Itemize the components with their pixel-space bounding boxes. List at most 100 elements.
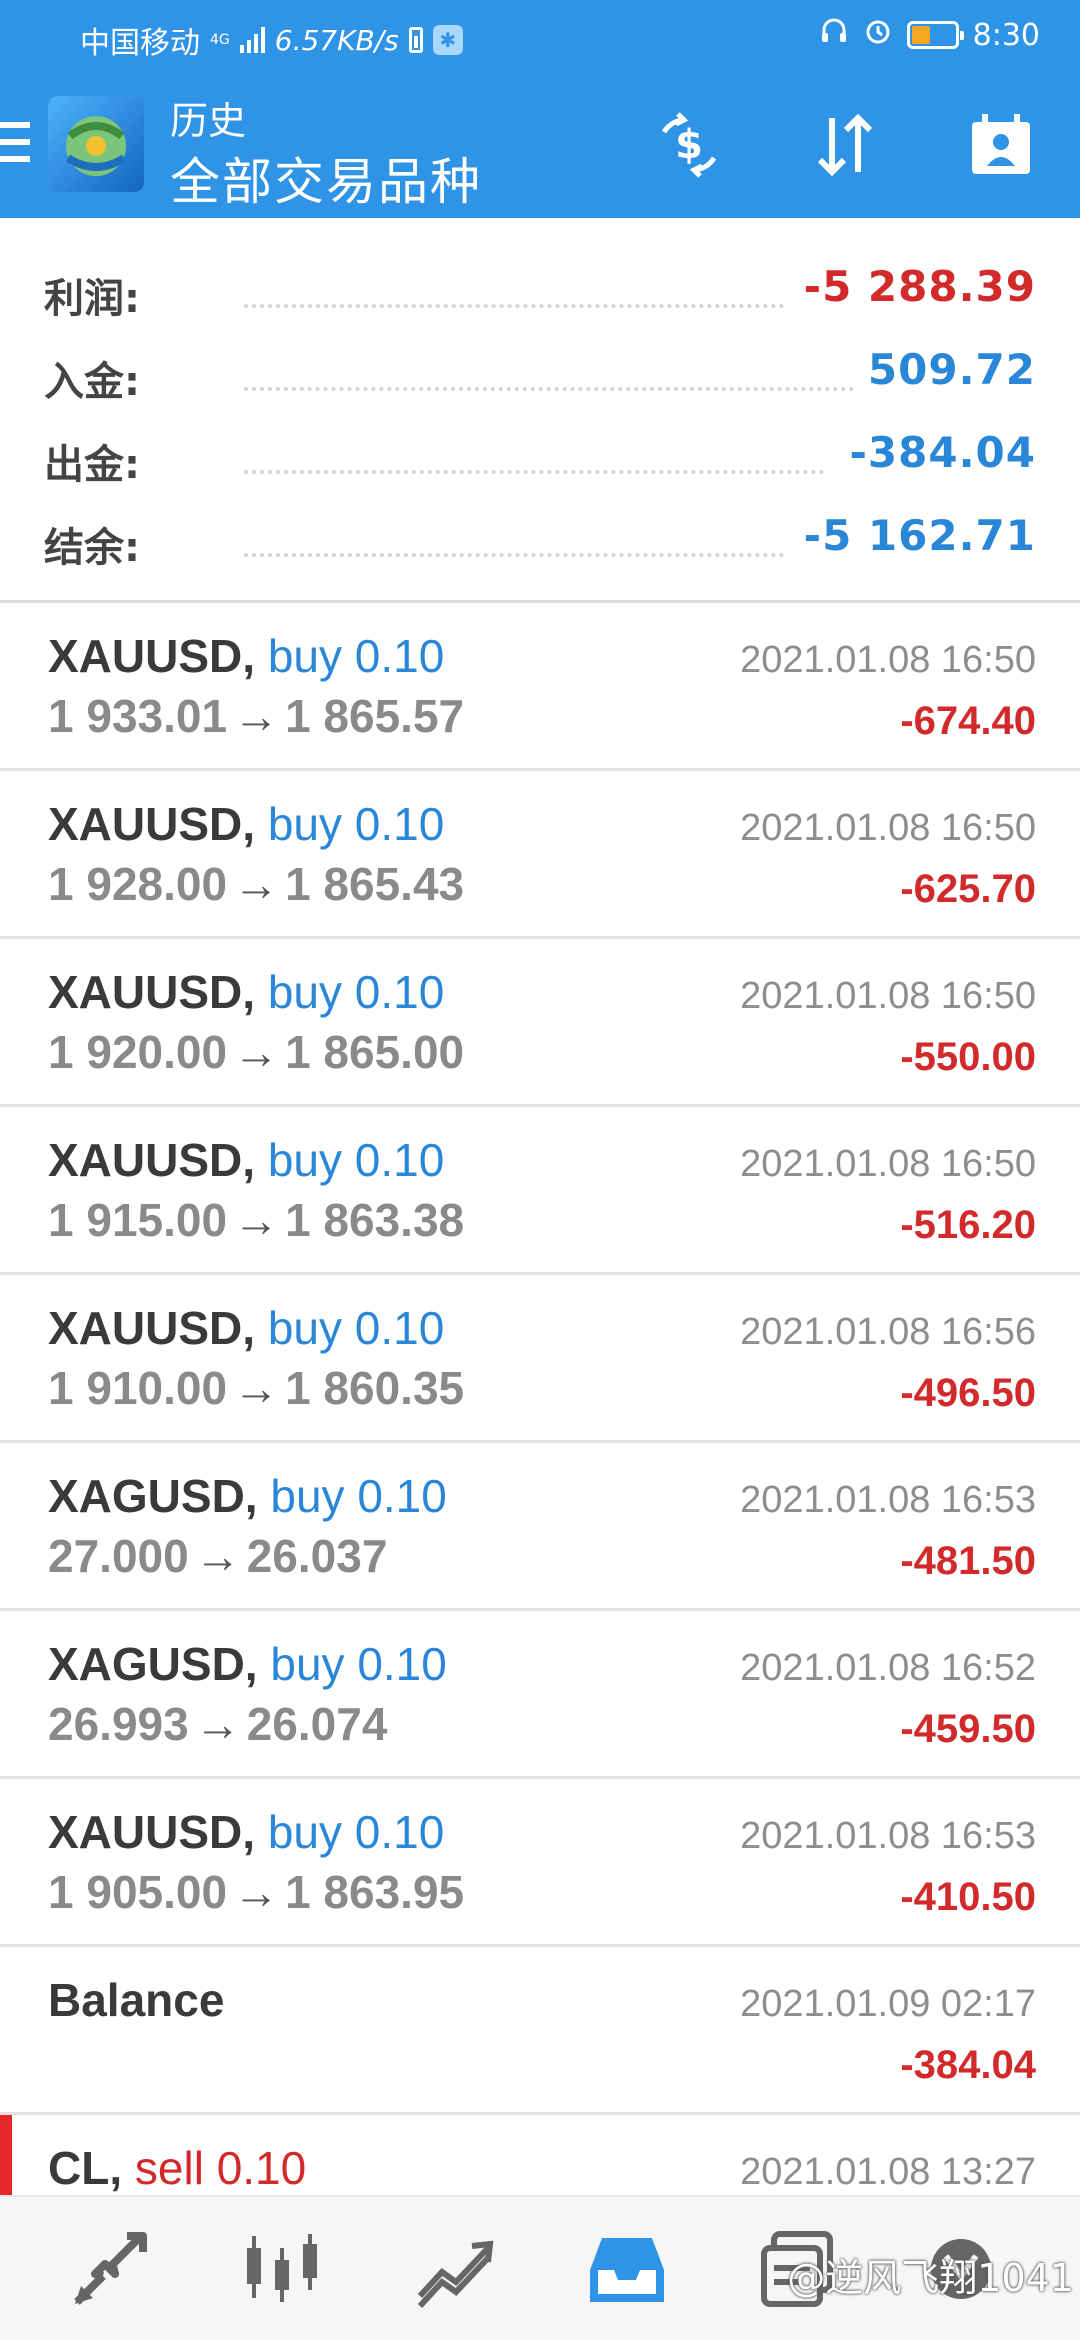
trade-side: buy 0.10	[270, 1638, 447, 1690]
trade-row[interactable]: XAUUSD, buy 0.10 1 910.00 → 1 860.35 2021.…	[0, 1275, 1080, 1443]
carrier-name: 中国移动	[80, 26, 200, 61]
trade-symbol: XAUUSD,	[48, 1302, 256, 1354]
battery-icon	[906, 21, 964, 49]
trade-row[interactable]: XAGUSD, buy 0.10 26.993 → 26.074 2021.01.0…	[0, 1611, 1080, 1779]
trade-row[interactable]: XAGUSD, buy 0.10 27.000 → 26.037 2021.01.0…	[0, 1443, 1080, 1611]
trade-time: 2021.01.08 16:56	[740, 1311, 1036, 1353]
trade-profit: -410.50	[900, 1875, 1036, 1919]
trade-time: 2021.01.08 16:50	[740, 639, 1036, 681]
trade-time: 2021.01.08 16:53	[740, 1815, 1036, 1857]
arrow-icon: →	[233, 1866, 280, 1918]
trade-time: 2021.01.08 16:50	[740, 807, 1036, 849]
currency-exchange-icon[interactable]: $	[646, 102, 732, 188]
trade-prices: 26.993 → 26.074	[48, 1697, 387, 1751]
dotted-leader	[244, 387, 854, 391]
sort-icon[interactable]	[802, 102, 888, 188]
deposit-value: 509.72	[867, 345, 1036, 394]
chart-icon[interactable]	[227, 2219, 337, 2319]
open-price: 1 915.00	[48, 1194, 228, 1246]
trade-profit: -625.70	[900, 867, 1036, 911]
open-price: 26.993	[48, 1698, 189, 1750]
trade-prices: 27.000 → 26.037	[48, 1529, 387, 1583]
trade-profit: -550.00	[900, 1035, 1036, 1079]
status-right: 8:30	[819, 16, 1040, 54]
open-price: 1 933.01	[48, 690, 228, 742]
arrow-icon: →	[233, 858, 280, 910]
trade-prices: 1 905.00 → 1 863.95	[48, 1865, 464, 1919]
trade-row[interactable]: XAUUSD, buy 0.10 1 915.00 → 1 863.38 2021.…	[0, 1107, 1080, 1275]
trade-profit: -459.50	[900, 1707, 1036, 1751]
dotted-leader	[244, 304, 784, 308]
sell-marker	[0, 2115, 12, 2207]
trade-row[interactable]: XAUUSD, buy 0.10 1 933.01 → 1 865.57 2021.…	[0, 603, 1080, 771]
dotted-leader	[244, 470, 824, 474]
trade-symbol-line: XAUUSD, buy 0.10	[48, 629, 444, 683]
arrow-icon: →	[233, 1026, 280, 1078]
arrow-icon: →	[233, 1362, 280, 1414]
summary-withdrawal-row: 出金: -384.04	[0, 422, 1080, 502]
arrow-icon: →	[233, 690, 280, 742]
trade-symbol-line: XAUUSD, buy 0.10	[48, 1133, 444, 1187]
withdrawal-label: 出金:	[44, 442, 140, 488]
page-title[interactable]: 全部交易品种	[170, 142, 482, 214]
signal-icon	[239, 27, 265, 53]
trade-prices: 1 928.00 → 1 865.43	[48, 857, 464, 911]
clock: 8:30	[972, 17, 1040, 53]
page-subtitle: 历史	[170, 99, 247, 143]
trade-symbol: XAUUSD,	[48, 798, 256, 850]
trade-symbol-line: XAUUSD, buy 0.10	[48, 797, 444, 851]
history-icon[interactable]	[572, 2219, 682, 2319]
trade-prices: 1 920.00 → 1 865.00	[48, 1025, 464, 1079]
trade-row[interactable]: XAUUSD, buy 0.10 1 905.00 → 1 863.95 2021.…	[0, 1779, 1080, 1947]
trade-side: buy 0.10	[270, 1470, 447, 1522]
trade-row[interactable]: XAUUSD, buy 0.10 1 920.00 → 1 865.00 2021.…	[0, 939, 1080, 1107]
balance-time: 2021.01.09 02:17	[740, 1983, 1036, 2025]
balance-amount: -384.04	[900, 2043, 1036, 2087]
trade-profit: -674.40	[900, 699, 1036, 743]
trade-side: buy 0.10	[267, 1134, 445, 1186]
close-price: 1 865.57	[285, 690, 465, 742]
trade-symbol: XAUUSD,	[48, 966, 256, 1018]
status-left: 中国移动 4G 6.57KB/s ✱	[80, 18, 463, 62]
trade-side: buy 0.10	[267, 1302, 445, 1354]
balance-label: 结余:	[44, 525, 140, 571]
trade-symbol: XAUUSD,	[48, 1806, 256, 1858]
open-price: 1 920.00	[48, 1026, 228, 1078]
trade-symbol-line: XAGUSD, buy 0.10	[48, 1637, 447, 1691]
trade-icon[interactable]	[55, 2219, 165, 2319]
trade-profit: -481.50	[900, 1539, 1036, 1583]
trade-list: XAUUSD, buy 0.10 1 933.01 → 1 865.57 2021.…	[0, 603, 1080, 2207]
trade-prices: 1 915.00 → 1 863.38	[48, 1193, 464, 1247]
trade-time: 2021.01.08 13:27	[740, 2151, 1036, 2193]
open-price: 1 928.00	[48, 858, 228, 910]
trade-row[interactable]: XAUUSD, buy 0.10 1 928.00 → 1 865.43 2021.…	[0, 771, 1080, 939]
balance-value: -5 162.71	[803, 511, 1036, 560]
dotted-leader	[244, 553, 784, 557]
summary-panel: 利润: -5 288.39 入金: 509.72 出金: -384.04 结余:…	[0, 218, 1080, 600]
profit-label: 利润:	[44, 276, 140, 322]
trade-time: 2021.01.08 16:52	[740, 1647, 1036, 1689]
open-price: 1 910.00	[48, 1362, 228, 1414]
trade-symbol: CL,	[48, 2142, 123, 2194]
trade-side: sell 0.10	[134, 2142, 307, 2194]
trade-symbol-line: CL, sell 0.10	[48, 2141, 306, 2195]
trade-symbol-line: XAUUSD, buy 0.10	[48, 1805, 444, 1859]
deposit-label: 入金:	[44, 359, 140, 405]
account-icon[interactable]	[958, 102, 1044, 188]
network-speed: 6.57KB/s	[274, 23, 399, 57]
open-price: 1 905.00	[48, 1866, 228, 1918]
summary-balance-row: 结余: -5 162.71	[0, 505, 1080, 585]
status-bar: 中国移动 4G 6.57KB/s ✱ 8:30	[0, 0, 1080, 72]
trade-time: 2021.01.08 16:53	[740, 1479, 1036, 1521]
summary-deposit-row: 入金: 509.72	[0, 339, 1080, 419]
trade-row[interactable]: CL, sell 0.10 2021.01.08 13:27	[0, 2115, 1080, 2207]
app-bar: 历史 全部交易品种 $	[0, 72, 1080, 218]
balance-label: Balance	[48, 1974, 225, 2026]
balance-row[interactable]: Balance 2021.01.09 02:17 -384.04	[0, 1947, 1080, 2115]
arrow-icon: →	[194, 1698, 241, 1750]
watermark: @逆风飞翔1041	[787, 2256, 1074, 2300]
app-logo-icon	[48, 96, 144, 192]
trade-side: buy 0.10	[267, 630, 445, 682]
menu-icon[interactable]	[0, 122, 30, 162]
analysis-icon[interactable]	[400, 2219, 510, 2319]
